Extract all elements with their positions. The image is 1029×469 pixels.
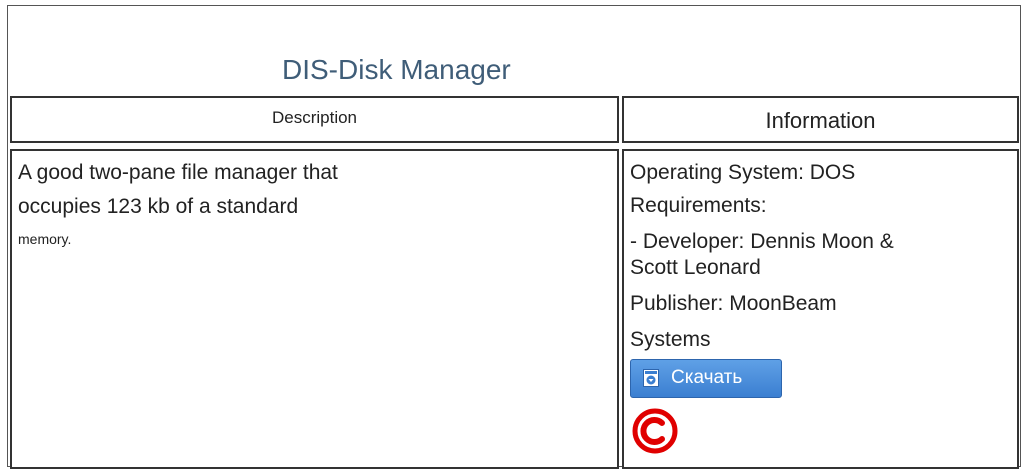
information-header-cell: Information [622, 96, 1019, 143]
info-publisher-cont: Systems [630, 328, 711, 351]
description-line: memory. [18, 231, 72, 247]
description-cell: A good two-pane file manager that occupi… [10, 149, 619, 469]
info-developer: - Developer: Dennis Moon & [630, 230, 894, 253]
download-button-label: Скачать [671, 367, 743, 388]
description-line: A good two-pane file manager that [18, 161, 338, 184]
download-button[interactable]: Скачать [630, 359, 782, 398]
description-header-cell: Description [10, 96, 619, 143]
description-header: Description [271, 108, 358, 127]
info-developer-cont: Scott Leonard [630, 256, 761, 279]
description-line: occupies 123 kb of a standard [18, 195, 299, 218]
download-icon [643, 369, 659, 387]
page-title: DIS-Disk Manager [282, 54, 511, 85]
info-requirements: Requirements: [630, 194, 767, 217]
info-operating-system: Operating System: DOS [630, 161, 856, 184]
copyright-icon [630, 406, 680, 456]
information-header: Information [765, 108, 876, 133]
info-publisher: Publisher: MoonBeam [630, 292, 837, 315]
information-cell: Operating System: DOS Requirements: - De… [622, 149, 1019, 469]
title-box: DIS-Disk Manager [7, 5, 1021, 91]
